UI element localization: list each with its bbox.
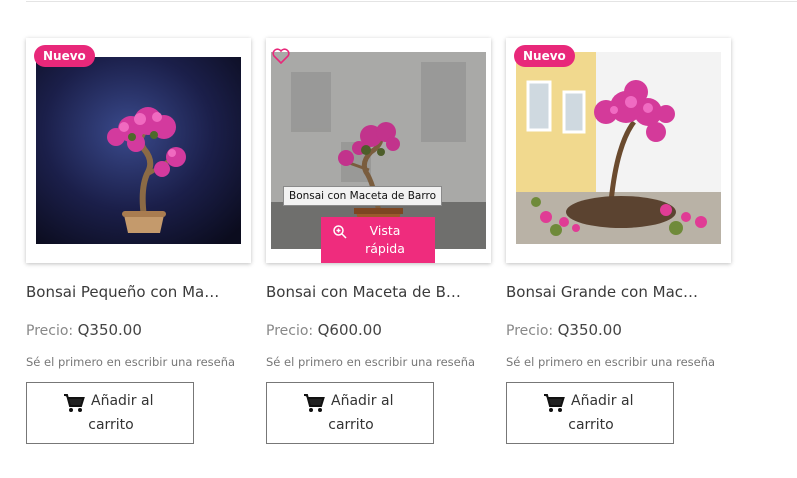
quick-view-label-2: rápida (365, 241, 405, 256)
add-to-cart-label: Añadir al (571, 393, 634, 409)
add-to-cart-label-2: carrito (328, 417, 374, 433)
add-to-cart-label-2: carrito (568, 417, 614, 433)
quick-view-button[interactable]: Vista rápida (321, 217, 435, 263)
product-image-frame[interactable]: Nuevo (26, 38, 251, 263)
product-image[interactable] (36, 57, 241, 244)
zoom-in-icon (333, 225, 347, 239)
price-label: Precio: (266, 323, 314, 339)
product-card: Nuevo (26, 0, 256, 478)
add-to-cart-button[interactable]: Añadir al carrito (266, 382, 434, 444)
product-tooltip: Bonsai con Maceta de Barro (283, 186, 442, 206)
review-link[interactable]: Sé el primero en escribir una reseña (266, 355, 491, 369)
product-image[interactable] (516, 52, 721, 244)
product-price: Precio: Q350.00 (506, 321, 622, 339)
add-to-cart-label: Añadir al (91, 393, 154, 409)
product-title[interactable]: Bonsai Pequeño con Maceta (26, 283, 221, 301)
review-link[interactable]: Sé el primero en escribir una reseña (26, 355, 251, 369)
product-card: Nuevo (506, 0, 736, 478)
product-title[interactable]: Bonsai Grande con Maceta (506, 283, 701, 301)
cart-icon (64, 394, 85, 412)
new-badge: Nuevo (514, 45, 575, 67)
product-title[interactable]: Bonsai con Maceta de Barro (266, 283, 461, 301)
price-label: Precio: (26, 323, 74, 339)
product-price: Precio: Q600.00 (266, 321, 382, 339)
add-to-cart-button[interactable]: Añadir al carrito (506, 382, 674, 444)
product-image-frame[interactable]: Nuevo (506, 38, 731, 263)
cart-icon (544, 394, 565, 412)
add-to-cart-label-2: carrito (88, 417, 134, 433)
product-image-frame[interactable]: Bonsai con Maceta de Barro Vista rápida (266, 38, 491, 263)
price-amount: Q600.00 (317, 321, 382, 339)
add-to-cart-label: Añadir al (331, 393, 394, 409)
product-price: Precio: Q350.00 (26, 321, 142, 339)
add-to-cart-button[interactable]: Añadir al carrito (26, 382, 194, 444)
price-amount: Q350.00 (77, 321, 142, 339)
quick-view-label: Vista (369, 223, 401, 238)
product-card: Bonsai con Maceta de Barro Vista rápida … (266, 0, 496, 478)
heart-icon[interactable] (272, 48, 290, 64)
new-badge: Nuevo (34, 45, 95, 67)
price-label: Precio: (506, 323, 554, 339)
review-link[interactable]: Sé el primero en escribir una reseña (506, 355, 731, 369)
price-amount: Q350.00 (557, 321, 622, 339)
cart-icon (304, 394, 325, 412)
